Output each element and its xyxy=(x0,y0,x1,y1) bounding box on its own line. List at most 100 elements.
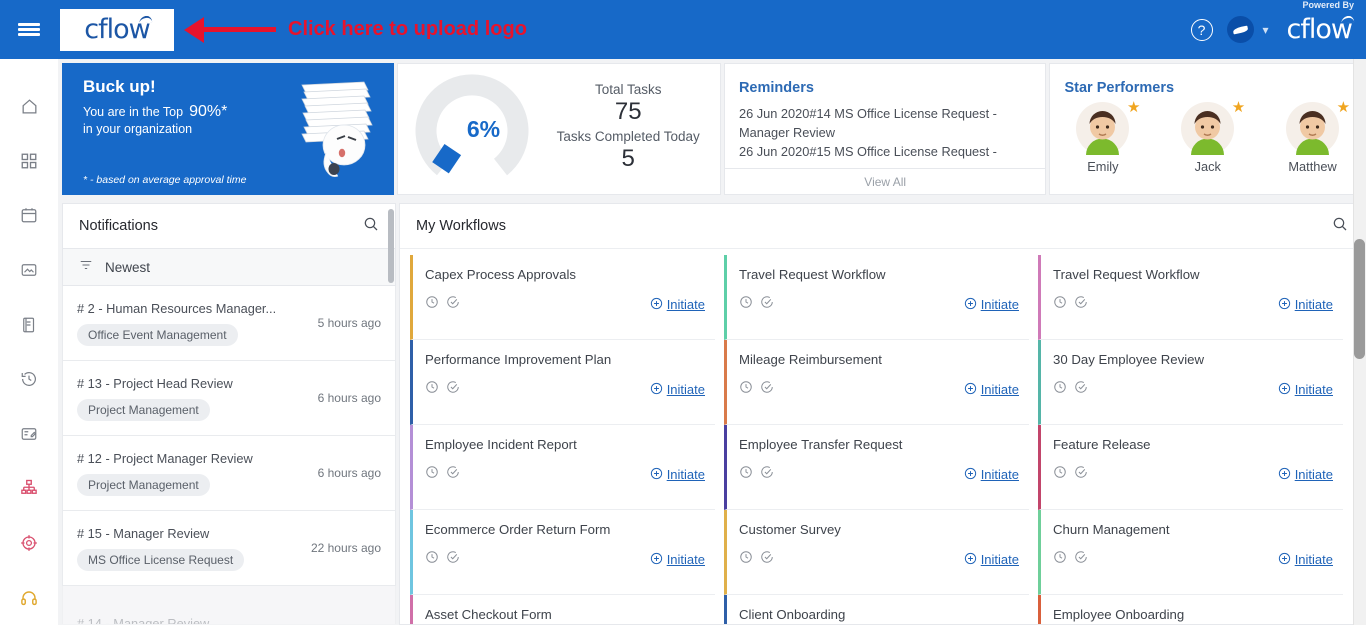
check-circle-icon[interactable] xyxy=(1074,465,1088,484)
workflow-card[interactable]: Capex Process Approvals Initiate xyxy=(410,255,715,340)
clock-icon[interactable] xyxy=(739,295,753,314)
sidebar-item-workflow-builder[interactable] xyxy=(0,461,58,516)
sidebar-item-history[interactable] xyxy=(0,352,58,407)
sidebar-item-calendar[interactable] xyxy=(0,188,58,243)
initiate-button[interactable]: Initiate xyxy=(1278,552,1333,568)
workflow-card[interactable]: Customer Survey Initiate xyxy=(724,510,1029,595)
workflow-card[interactable]: 30 Day Employee Review Initiate xyxy=(1038,340,1343,425)
workflow-card[interactable]: Churn Management Initiate xyxy=(1038,510,1343,595)
sidebar-item-home[interactable] xyxy=(0,79,58,134)
workflow-card-footer: Initiate xyxy=(739,380,1019,399)
sidebar-item-inbox[interactable] xyxy=(0,243,58,298)
notifications-header: Notifications xyxy=(62,203,396,248)
reminders-view-all-button[interactable]: View All xyxy=(724,168,1046,194)
hamburger-menu-button[interactable] xyxy=(0,0,58,59)
check-circle-icon[interactable] xyxy=(760,550,774,569)
check-circle-icon[interactable] xyxy=(446,380,460,399)
check-circle-icon[interactable] xyxy=(760,295,774,314)
clock-icon[interactable] xyxy=(425,550,439,569)
workflow-card[interactable]: Performance Improvement Plan Initiate xyxy=(410,340,715,425)
initiate-button[interactable]: Initiate xyxy=(650,297,705,313)
workflow-card[interactable]: Travel Request Workflow Initiate xyxy=(724,255,1029,340)
powered-by-logo[interactable]: Powered By cflow xyxy=(1287,0,1358,45)
page-scrollbar-track[interactable] xyxy=(1353,59,1366,625)
workflow-card[interactable]: Travel Request Workflow Initiate xyxy=(1038,255,1343,340)
help-icon[interactable]: ? xyxy=(1190,18,1213,41)
initiate-button[interactable]: Initiate xyxy=(964,467,1019,483)
sidebar-item-reports[interactable] xyxy=(0,297,58,352)
initiate-button[interactable]: Initiate xyxy=(650,382,705,398)
reminder-item[interactable]: 26 Jun 2020#14 MS Office License Request… xyxy=(739,104,1034,142)
workflow-card[interactable]: Employee Incident Report Initiate xyxy=(410,425,715,510)
clock-icon[interactable] xyxy=(425,295,439,314)
workflow-card-title: Client Onboarding xyxy=(739,607,846,622)
initiate-button[interactable]: Initiate xyxy=(1278,467,1333,483)
star-performer[interactable]: ★ Matthew xyxy=(1286,99,1350,174)
search-icon[interactable] xyxy=(1332,216,1348,237)
workflow-card[interactable]: Employee OnboardingInitiate xyxy=(1038,595,1343,624)
user-avatar[interactable] xyxy=(1226,16,1254,43)
workflows-title: My Workflows xyxy=(416,218,506,234)
star-performer[interactable]: ★ Emily xyxy=(1076,99,1140,174)
initiate-button[interactable]: Initiate xyxy=(964,297,1019,313)
list-item[interactable]: # 14 - Manager Review xyxy=(62,586,396,624)
workflow-card[interactable]: Client OnboardingInitiate xyxy=(724,595,1029,624)
check-circle-icon[interactable] xyxy=(446,295,460,314)
page-scrollbar-thumb[interactable] xyxy=(1354,239,1365,359)
check-circle-icon[interactable] xyxy=(1074,550,1088,569)
sidebar-item-support[interactable] xyxy=(0,570,58,625)
chevron-down-icon[interactable]: ▾ xyxy=(1263,23,1269,37)
initiate-button[interactable]: Initiate xyxy=(650,552,705,568)
sidebar-item-forms[interactable] xyxy=(0,407,58,462)
check-circle-icon[interactable] xyxy=(446,465,460,484)
star-icon: ★ xyxy=(1336,99,1351,116)
clock-icon[interactable] xyxy=(1053,295,1067,314)
list-item[interactable]: # 2 - Human Resources Manager... Office … xyxy=(62,286,396,361)
check-circle-icon[interactable] xyxy=(1074,380,1088,399)
list-item[interactable]: # 12 - Project Manager Review Project Ma… xyxy=(62,436,396,511)
clock-icon[interactable] xyxy=(1053,380,1067,399)
star-performers-widget: Star Performers ★ Emily ★ Jack ★ Matthew xyxy=(1049,63,1366,195)
plus-circle-icon xyxy=(1278,467,1291,483)
workflow-card[interactable]: Feature Release Initiate xyxy=(1038,425,1343,510)
clock-icon[interactable] xyxy=(739,465,753,484)
clock-icon[interactable] xyxy=(739,380,753,399)
notification-title: # 15 - Manager Review xyxy=(77,525,210,541)
initiate-button[interactable]: Initiate xyxy=(650,467,705,483)
initiate-button[interactable]: Initiate xyxy=(1278,382,1333,398)
upload-logo-button[interactable]: cflow xyxy=(60,8,174,51)
check-circle-icon[interactable] xyxy=(760,465,774,484)
clock-icon[interactable] xyxy=(739,550,753,569)
workflow-card[interactable]: Employee Transfer Request Initiate xyxy=(724,425,1029,510)
plus-circle-icon xyxy=(964,552,977,568)
notification-tag: Office Event Management xyxy=(77,323,238,346)
workflow-card-title: Customer Survey xyxy=(739,522,841,537)
check-circle-icon[interactable] xyxy=(446,550,460,569)
clock-icon[interactable] xyxy=(1053,550,1067,569)
initiate-button[interactable]: Initiate xyxy=(1278,297,1333,313)
clock-icon[interactable] xyxy=(425,465,439,484)
check-circle-icon[interactable] xyxy=(1074,295,1088,314)
search-icon[interactable] xyxy=(363,216,379,237)
arrow-left-icon xyxy=(184,16,204,43)
star-performer[interactable]: ★ Jack xyxy=(1181,99,1245,174)
workflow-card[interactable]: Ecommerce Order Return Form Initiate xyxy=(410,510,715,595)
workflow-card-icons xyxy=(739,295,774,314)
reminder-item[interactable]: 26 Jun 2020#15 MS Office License Request… xyxy=(739,142,1034,161)
initiate-button[interactable]: Initiate xyxy=(964,552,1019,568)
sidebar-item-targets[interactable] xyxy=(0,516,58,571)
initiate-button[interactable]: Initiate xyxy=(964,382,1019,398)
inbox-icon xyxy=(20,261,38,279)
workflow-card[interactable]: Mileage Reimbursement Initiate xyxy=(724,340,1029,425)
check-circle-icon[interactable] xyxy=(760,380,774,399)
list-item[interactable]: # 15 - Manager Review MS Office License … xyxy=(62,511,396,586)
workflow-card-footer: Initiate xyxy=(1053,380,1333,399)
workflow-card[interactable]: Asset Checkout FormInitiate xyxy=(410,595,715,624)
list-item[interactable]: # 13 - Project Head Review Project Manag… xyxy=(62,361,396,436)
sidebar-item-dashboard[interactable] xyxy=(0,134,58,189)
clock-icon[interactable] xyxy=(425,380,439,399)
grid-icon xyxy=(20,152,38,170)
clock-icon[interactable] xyxy=(1053,465,1067,484)
notifications-sort-control[interactable]: Newest xyxy=(62,248,396,286)
notifications-scrollbar[interactable] xyxy=(388,209,394,283)
